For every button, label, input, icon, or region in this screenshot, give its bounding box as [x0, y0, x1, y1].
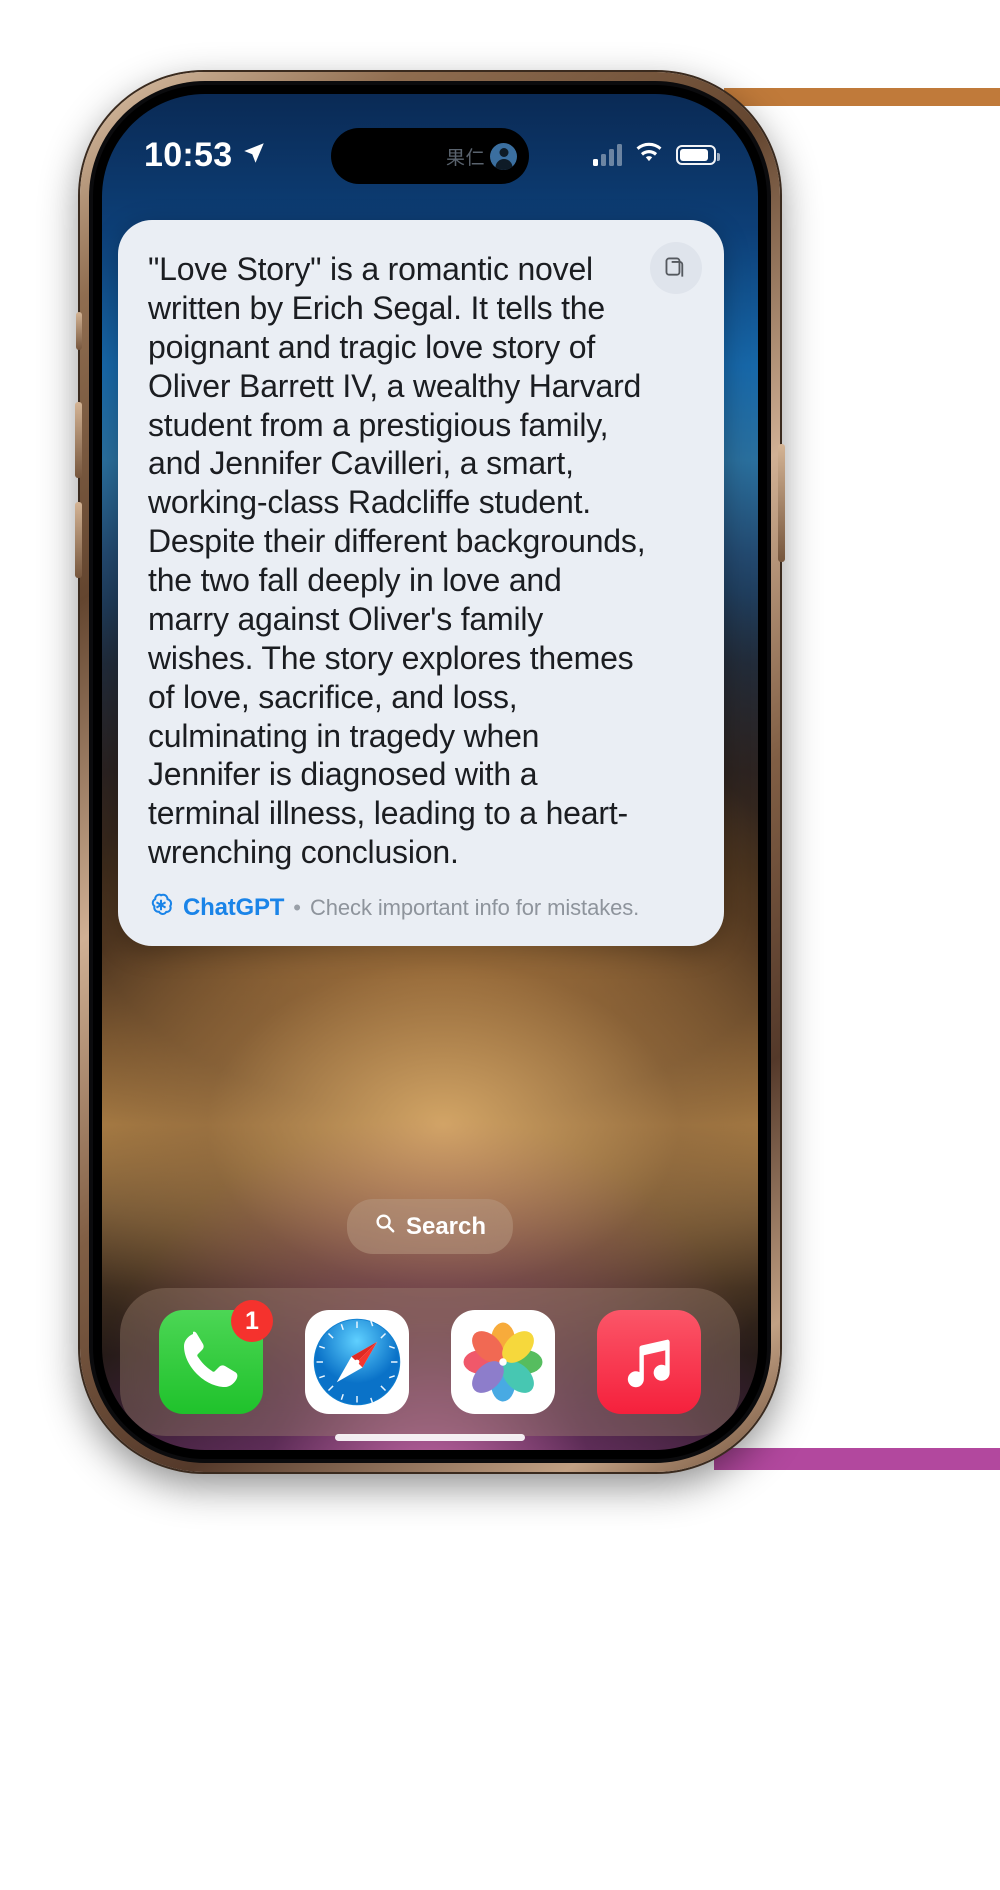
search-icon — [374, 1212, 396, 1241]
card-footer: ChatGPT • Check important info for mista… — [148, 892, 694, 924]
phone-screen: 果仁 10:53 "Love Story" is a romantic nove… — [102, 94, 758, 1450]
photos-flower-icon — [463, 1322, 543, 1402]
music-note-icon — [627, 1339, 670, 1388]
provider-name: ChatGPT — [183, 894, 285, 921]
chatgpt-logo-icon — [148, 892, 174, 924]
status-time: 10:53 — [144, 135, 233, 174]
footer-disclaimer: Check important info for mistakes. — [309, 895, 640, 920]
footer-separator: • — [293, 895, 301, 920]
phone-badge-count: 1 — [231, 1300, 273, 1342]
power-button[interactable] — [778, 444, 785, 562]
chatgpt-result-card[interactable]: "Love Story" is a romantic novel written… — [118, 220, 724, 946]
iphone-device: 果仁 10:53 "Love Story" is a romantic nove… — [75, 72, 785, 1472]
search-label: Search — [405, 1212, 487, 1240]
volume-down-button[interactable] — [75, 502, 82, 578]
status-bar-right — [593, 142, 720, 169]
wifi-icon — [634, 142, 664, 169]
person-circle-icon — [490, 142, 517, 170]
status-bar-left: 10:53 — [144, 136, 267, 175]
location-arrow-icon — [241, 140, 267, 171]
dock-app-music[interactable] — [597, 1310, 701, 1414]
home-screen-search-button[interactable]: Search — [346, 1199, 514, 1254]
silent-switch[interactable] — [76, 312, 82, 350]
dock-app-phone[interactable]: 1 — [159, 1300, 273, 1414]
cellular-signal-icon — [593, 144, 622, 166]
dynamic-island-label: 果仁 — [445, 146, 485, 169]
result-body-text: "Love Story" is a romantic novel written… — [148, 251, 646, 871]
copy-documents-icon[interactable] — [650, 242, 702, 294]
dock-app-photos[interactable] — [451, 1310, 555, 1414]
safari-compass-icon — [313, 1318, 401, 1406]
battery-icon — [676, 145, 720, 165]
home-indicator — [335, 1434, 525, 1441]
volume-up-button[interactable] — [75, 402, 82, 478]
dock-app-safari[interactable] — [305, 1310, 409, 1414]
dock: 1 — [120, 1288, 740, 1436]
dynamic-island[interactable]: 果仁 — [331, 128, 529, 184]
